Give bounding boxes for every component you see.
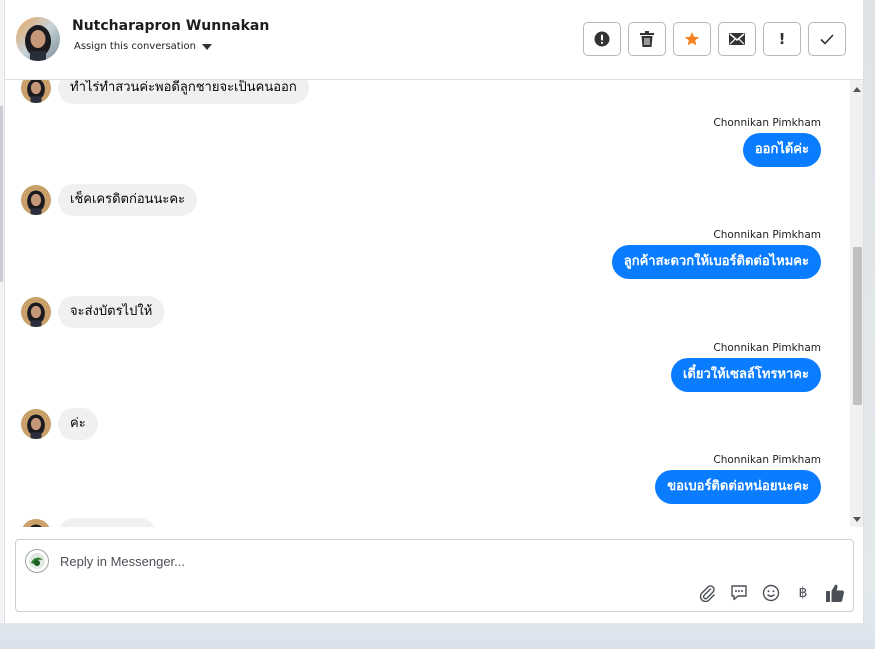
saved-replies-button[interactable]	[729, 583, 749, 603]
contact-avatar-small	[21, 519, 51, 527]
conversation-panel: Nutcharapron Wunnakan Assign this conver…	[4, 0, 864, 623]
message-bubble[interactable]: ขอเบอร์ติดต่อหน่อยนะคะ	[655, 470, 821, 504]
scroll-down-arrow-icon[interactable]	[853, 517, 861, 522]
message-outgoing: Chonnikan Pimkham ขอเบอร์ติดต่อหน่อยนะคะ	[655, 454, 821, 504]
contact-avatar[interactable]	[16, 17, 60, 61]
mark-spam-button[interactable]	[583, 22, 621, 56]
reply-composer: ฿	[15, 539, 854, 612]
delete-button[interactable]	[628, 22, 666, 56]
like-button[interactable]	[825, 583, 845, 603]
mark-unread-button[interactable]	[718, 22, 756, 56]
composer-tools: ฿	[697, 583, 845, 603]
scroll-up-arrow-icon[interactable]	[853, 87, 861, 92]
page-logo-avatar	[25, 549, 49, 573]
sender-name: Chonnikan Pimkham	[713, 117, 821, 129]
message-scrollbar[interactable]	[850, 80, 863, 527]
message-bubble[interactable]: ลูกค้าสะดวกให้เบอร์ติดต่อไหมคะ	[611, 245, 821, 279]
message-outgoing: Chonnikan Pimkham ออกได้ค่ะ	[713, 117, 821, 167]
exclamation-icon: !	[778, 29, 786, 48]
check-icon	[820, 33, 834, 45]
mark-done-button[interactable]	[808, 22, 846, 56]
sender-name: Chonnikan Pimkham	[713, 454, 821, 466]
message-outgoing: Chonnikan Pimkham เดี๋ยวให้เซลล์โทรหาคะ	[670, 342, 821, 392]
envelope-icon	[729, 33, 745, 45]
contact-avatar-small	[21, 80, 51, 103]
message-incoming: ทำไร่ทำสวนค่ะพอดีลูกชายจะเป็นคนออก	[21, 80, 309, 104]
reply-input[interactable]	[60, 551, 760, 571]
message-incoming: เช็คเครดิตก่อนนะคะ	[21, 184, 198, 216]
message-bubble[interactable]: ทำไร่ทำสวนค่ะพอดีลูกชายจะเป็นคนออก	[58, 80, 309, 104]
message-incoming: จะส่งบัตรไปให้	[21, 296, 165, 328]
conversation-header: Nutcharapron Wunnakan Assign this conver…	[5, 0, 863, 80]
message-thread: ทำไร่ทำสวนค่ะพอดีลูกชายจะเป็นคนออก Chonn…	[5, 80, 850, 527]
message-bubble[interactable]: จะส่งบัตรไปให้	[58, 296, 165, 328]
alert-circle-icon	[594, 31, 610, 47]
chat-bubble-icon	[731, 585, 747, 601]
message-outgoing: Chonnikan Pimkham ลูกค้าสะดวกให้เบอร์ติด…	[611, 229, 821, 279]
assign-conversation-dropdown[interactable]: Assign this conversation	[74, 41, 212, 52]
assign-label: Assign this conversation	[74, 41, 196, 52]
message-incoming-partial	[21, 518, 156, 527]
desktop-bottom-strip	[0, 641, 875, 649]
message-bubble[interactable]: ค่ะ	[58, 408, 98, 440]
contact-avatar-small	[21, 185, 51, 215]
paperclip-icon	[699, 585, 715, 602]
scrollbar-thumb[interactable]	[853, 247, 862, 405]
payment-button[interactable]: ฿	[793, 583, 813, 603]
attach-button[interactable]	[697, 583, 717, 603]
star-button[interactable]	[673, 22, 711, 56]
sender-name: Chonnikan Pimkham	[713, 342, 821, 354]
message-bubble[interactable]: ออกได้ค่ะ	[742, 133, 821, 167]
caret-down-icon	[201, 43, 212, 50]
emoji-button[interactable]	[761, 583, 781, 603]
sender-name: Chonnikan Pimkham	[713, 229, 821, 241]
trash-icon	[640, 31, 654, 47]
message-bubble[interactable]: เดี๋ยวให้เซลล์โทรหาคะ	[670, 358, 821, 392]
baht-icon: ฿	[798, 585, 808, 601]
follow-up-button[interactable]: !	[763, 22, 801, 56]
conversation-actions: !	[583, 22, 846, 56]
star-icon	[684, 32, 700, 46]
contact-avatar-small	[21, 297, 51, 327]
contact-avatar-small	[21, 409, 51, 439]
message-bubble[interactable]: เช็คเครดิตก่อนนะคะ	[58, 184, 198, 216]
contact-name[interactable]: Nutcharapron Wunnakan	[72, 18, 269, 34]
smiley-icon	[762, 584, 780, 602]
thumbs-up-icon	[826, 584, 844, 602]
message-bubble-partial[interactable]	[58, 518, 156, 527]
message-incoming: ค่ะ	[21, 408, 98, 440]
